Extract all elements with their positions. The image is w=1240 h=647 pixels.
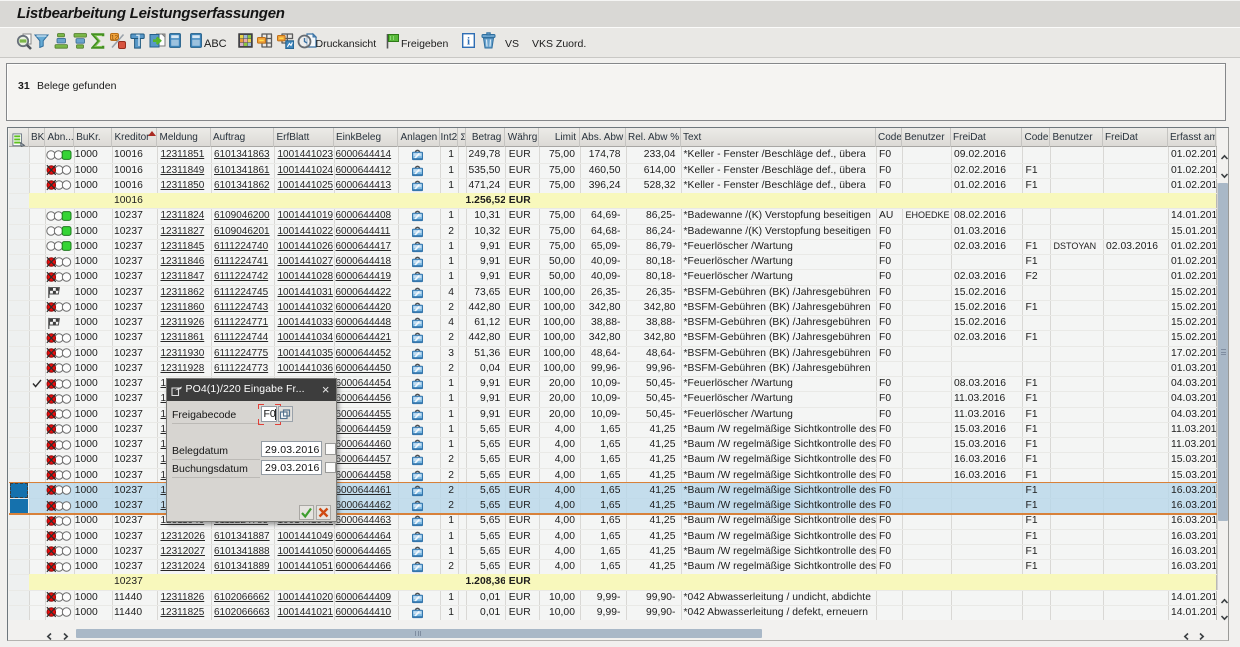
svg-text:i: i — [467, 36, 470, 48]
